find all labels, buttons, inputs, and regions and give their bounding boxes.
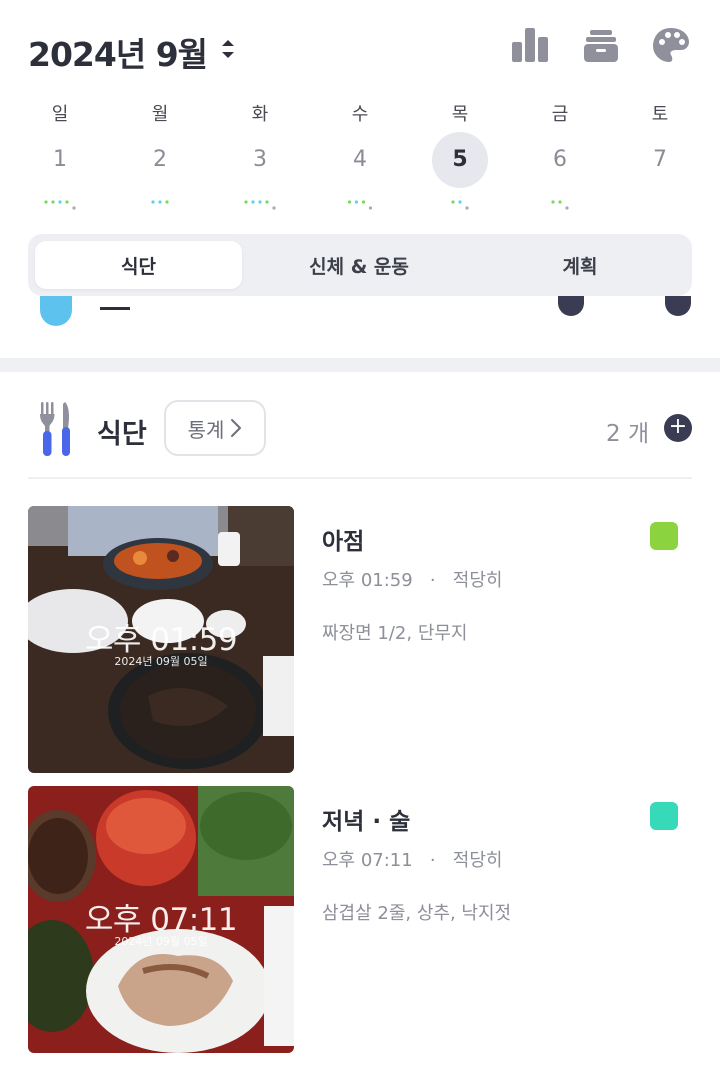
- palette-icon[interactable]: [651, 24, 691, 66]
- week-strip: 일 1 월 2 화 3 수 4 목 5 금 6 토 7: [10, 96, 710, 226]
- activity-dot: [244, 200, 248, 204]
- activity-dot: [361, 200, 366, 204]
- day-of-week: 일: [51, 104, 69, 125]
- plus-button[interactable]: [665, 296, 691, 316]
- activity-dot: [151, 200, 155, 204]
- minus-button[interactable]: [558, 296, 584, 316]
- section-header-divider: [28, 477, 692, 479]
- month-title[interactable]: 2024년 9월: [28, 28, 208, 76]
- day-cell[interactable]: 일 1: [10, 96, 110, 226]
- archive-box-icon[interactable]: [581, 24, 621, 66]
- day-of-week: 금: [551, 104, 569, 125]
- add-meal-button[interactable]: +: [664, 414, 692, 442]
- tab-body-exercise[interactable]: 신체 & 운동: [249, 241, 469, 289]
- meal-description: 짜장면 1/2, 단무지: [322, 623, 468, 644]
- tab-diet[interactable]: 식단: [35, 241, 242, 289]
- activity-dot: [347, 200, 352, 204]
- photo-date-stamp: 2024년 09월 05일: [114, 935, 208, 948]
- day-of-week: 월: [151, 104, 169, 125]
- meal-meta: 오후 07:11 · 적당히: [322, 846, 502, 872]
- meal-photo[interactable]: 오후 07:11 2024년 09월 05일: [28, 786, 294, 1053]
- chevron-right-icon: [231, 419, 242, 437]
- activity-dot: [251, 200, 255, 204]
- water-indicator: [40, 296, 72, 326]
- photo-date-stamp: 2024년 09월 05일: [114, 655, 208, 668]
- activity-dot: [465, 206, 469, 210]
- activity-dot: [565, 206, 569, 210]
- meal-name: 아점: [322, 529, 365, 555]
- diet-section-header: 식단 통계 2 개 +: [0, 372, 720, 480]
- section-tabs: 식단 신체 & 운동 계획: [28, 234, 692, 296]
- activity-dot: [158, 200, 162, 204]
- day-dots: [610, 198, 710, 212]
- bar-chart-icon[interactable]: [510, 24, 550, 66]
- activity-dot: [51, 200, 55, 204]
- meal-meta: 오후 01:59 · 적당히: [322, 566, 502, 592]
- day-of-week: 토: [651, 104, 669, 125]
- activity-dot: [368, 206, 373, 210]
- meal-portion: 적당히: [452, 570, 503, 591]
- day-number: 2: [153, 147, 167, 172]
- diet-title: 식단: [97, 419, 147, 450]
- meal-color-tag: [650, 522, 678, 550]
- activity-dot: [72, 206, 76, 210]
- scrolled-content-peek: [0, 296, 720, 356]
- meal-description: 삼겹살 2줄, 상추, 낙지젓: [322, 903, 512, 924]
- meal-color-tag: [650, 802, 678, 830]
- fork-knife-icon: [40, 402, 70, 456]
- month-toggle-icon[interactable]: [219, 36, 237, 62]
- day-dots: [347, 200, 373, 210]
- section-divider: [0, 358, 720, 372]
- meal-name: 저녁 · 술: [322, 809, 411, 835]
- app-header: 2024년 9월: [0, 0, 720, 100]
- activity-dot: [165, 200, 169, 204]
- day-number: 4: [353, 147, 367, 172]
- activity-dot: [272, 206, 276, 210]
- day-number: 6: [553, 147, 567, 172]
- day-of-week: 목: [451, 104, 469, 125]
- activity-dot: [44, 200, 48, 204]
- activity-dot: [65, 200, 69, 204]
- meal-photo[interactable]: 오후 01:59 2024년 09월 05일: [28, 506, 294, 773]
- meal-portion: 적당히: [452, 850, 503, 871]
- day-dots: [551, 200, 569, 210]
- day-dots: [451, 200, 469, 210]
- day-of-week: 수: [351, 104, 369, 125]
- meta-separator: ·: [418, 850, 448, 871]
- meal-time: 오후 07:11: [322, 850, 413, 871]
- day-number: 1: [53, 147, 67, 172]
- tab-plan[interactable]: 계획: [470, 241, 690, 289]
- activity-dot: [458, 200, 462, 204]
- day-dots: [244, 200, 276, 210]
- meta-separator: ·: [418, 570, 448, 591]
- day-cell[interactable]: 금 6: [510, 96, 610, 226]
- activity-dot: [265, 200, 269, 204]
- day-cell[interactable]: 수 4: [310, 96, 410, 226]
- day-cell[interactable]: 화 3: [210, 96, 310, 226]
- stats-button-label: 통계: [187, 417, 225, 442]
- clipped-label: [100, 296, 130, 310]
- activity-dot: [451, 200, 455, 204]
- activity-dot: [354, 200, 359, 204]
- day-cell[interactable]: 목 5: [410, 96, 510, 226]
- activity-dot: [558, 200, 562, 204]
- day-of-week: 화: [251, 104, 269, 125]
- activity-dot: [258, 200, 262, 204]
- day-cell[interactable]: 월 2: [110, 96, 210, 226]
- stats-button[interactable]: 통계: [164, 400, 266, 456]
- day-dots: [44, 200, 76, 210]
- meal-count: 2 개: [606, 421, 650, 447]
- day-dots: [151, 200, 169, 204]
- activity-dot: [58, 200, 62, 204]
- day-number: 5: [452, 147, 468, 172]
- meal-card[interactable]: 오후 01:59 2024년 09월 05일 아점 오후 01:59 · 적당히…: [0, 506, 720, 774]
- day-cell[interactable]: 토 7: [610, 96, 710, 226]
- day-number: 3: [253, 147, 267, 172]
- day-number: 7: [653, 147, 667, 172]
- meal-time: 오후 01:59: [322, 570, 413, 591]
- activity-dot: [551, 200, 555, 204]
- meal-card[interactable]: 오후 07:11 2024년 09월 05일 저녁 · 술 오후 07:11 ·…: [0, 786, 720, 1054]
